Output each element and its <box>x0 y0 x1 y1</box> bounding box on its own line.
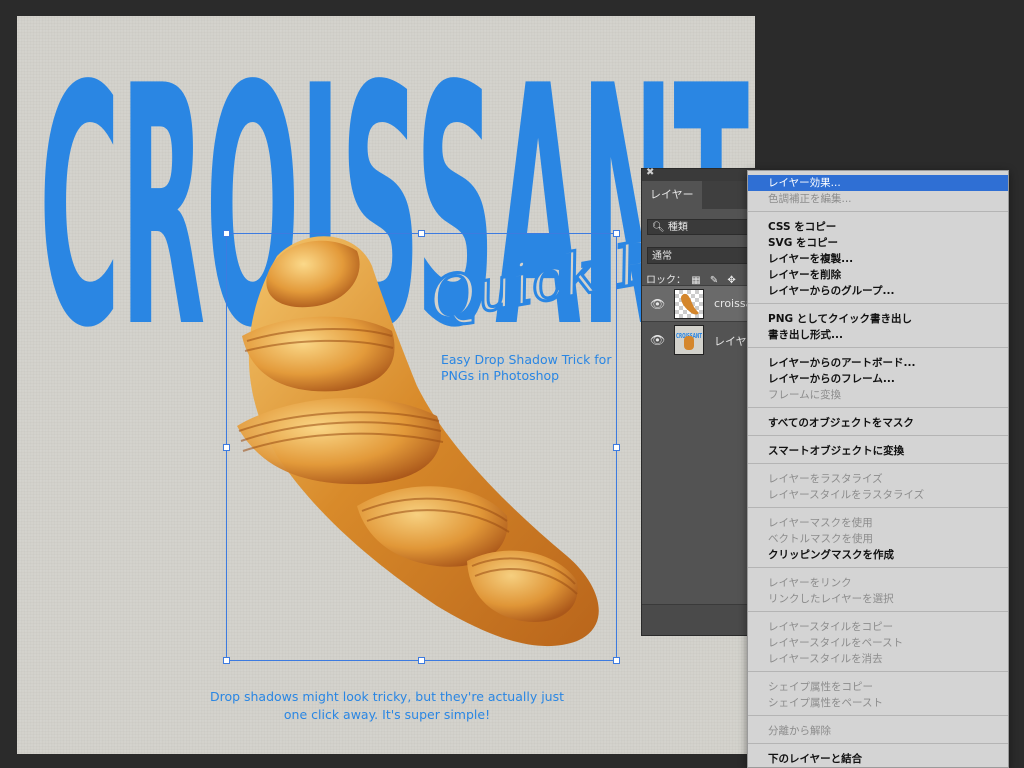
menu-item-artboard-from-layers[interactable]: レイヤーからのアートボード... <box>748 355 1008 371</box>
menu-separator <box>748 211 1008 212</box>
menu-item-release-isolation[interactable]: 分離から解除 <box>748 723 1008 739</box>
menu-item-rasterize-layer[interactable]: レイヤーをラスタライズ <box>748 471 1008 487</box>
menu-separator <box>748 303 1008 304</box>
menu-item-frame-from-layers[interactable]: レイヤーからのフレーム... <box>748 371 1008 387</box>
menu-item-copy-shape-attributes[interactable]: シェイプ属性をコピー <box>748 679 1008 695</box>
menu-item-paste-layer-style[interactable]: レイヤースタイルをペースト <box>748 635 1008 651</box>
menu-item-convert-to-frame[interactable]: フレームに変換 <box>748 387 1008 403</box>
eye-icon[interactable]: 👁︎ <box>650 333 665 347</box>
menu-separator <box>748 743 1008 744</box>
menu-item-merge-down[interactable]: 下のレイヤーと結合 <box>748 751 1008 767</box>
menu-separator <box>748 715 1008 716</box>
filter-label: 種類 <box>667 222 688 233</box>
menu-separator <box>748 463 1008 464</box>
layer-context-menu: レイヤー効果... 色調補正を編集... CSS をコピー SVG をコピー レ… <box>747 170 1009 768</box>
handle-top-left[interactable] <box>223 230 230 237</box>
tab-layers[interactable]: レイヤー <box>642 181 702 209</box>
menu-item-edit-adjustment[interactable]: 色調補正を編集... <box>748 191 1008 207</box>
handle-bottom-left[interactable] <box>223 657 230 664</box>
menu-item-copy-css[interactable]: CSS をコピー <box>748 219 1008 235</box>
menu-item-enable-vector-mask[interactable]: ベクトルマスクを使用 <box>748 531 1008 547</box>
menu-separator <box>748 611 1008 612</box>
menu-separator <box>748 435 1008 436</box>
menu-separator <box>748 347 1008 348</box>
menu-item-rasterize-layer-style[interactable]: レイヤースタイルをラスタライズ <box>748 487 1008 503</box>
menu-item-clear-layer-style[interactable]: レイヤースタイルを消去 <box>748 651 1008 667</box>
handle-bottom-right[interactable] <box>613 657 620 664</box>
menu-item-delete-layer[interactable]: レイヤーを削除 <box>748 267 1008 283</box>
menu-item-quick-export-png[interactable]: PNG としてクイック書き出し <box>748 311 1008 327</box>
menu-item-export-as[interactable]: 書き出し形式... <box>748 327 1008 343</box>
menu-item-select-linked-layers[interactable]: リンクしたレイヤーを選択 <box>748 591 1008 607</box>
menu-item-layer-effects[interactable]: レイヤー効果... <box>748 175 1008 191</box>
eye-icon[interactable]: 👁︎ <box>650 297 665 311</box>
layer-row-poster[interactable]: 👁︎ CROISSANT レイヤー <box>642 321 760 357</box>
handle-middle-left[interactable] <box>223 444 230 451</box>
handle-middle-right[interactable] <box>613 444 620 451</box>
close-icon[interactable]: ✖ <box>646 167 654 178</box>
panel-footer <box>642 604 760 635</box>
menu-separator <box>748 567 1008 568</box>
menu-separator <box>748 507 1008 508</box>
handle-bottom-center[interactable] <box>418 657 425 664</box>
menu-item-group-from-layers[interactable]: レイヤーからのグループ... <box>748 283 1008 299</box>
lock-row: ロック： ▦ ✎ ✥ <box>646 271 736 286</box>
menu-item-copy-layer-style[interactable]: レイヤースタイルをコピー <box>748 619 1008 635</box>
handle-top-right[interactable] <box>613 230 620 237</box>
panel-title-bar: ✖ <box>642 167 760 181</box>
layer-row-croissant[interactable]: 👁︎ croissa <box>642 285 760 321</box>
menu-item-convert-smart-object[interactable]: スマートオブジェクトに変換 <box>748 443 1008 459</box>
menu-separator <box>748 671 1008 672</box>
menu-separator <box>748 407 1008 408</box>
menu-item-duplicate-layer[interactable]: レイヤーを複製... <box>748 251 1008 267</box>
panel-tab-row: レイヤー <box>642 181 760 209</box>
search-icon: 🔍︎ <box>652 222 665 233</box>
menu-item-enable-layer-mask[interactable]: レイヤーマスクを使用 <box>748 515 1008 531</box>
poster-thumbnail-icon: CROISSANT <box>674 325 704 355</box>
layers-panel: ✖ レイヤー 🔍︎ 種類 通常 ロック： ▦ ✎ ✥ 👁︎ croissa 👁︎… <box>641 167 767 636</box>
transform-selection-box[interactable] <box>223 230 620 664</box>
menu-item-create-clipping-mask[interactable]: クリッピングマスクを作成 <box>748 547 1008 563</box>
menu-item-link-layers[interactable]: レイヤーをリンク <box>748 575 1008 591</box>
caption-bottom: Drop shadows might look tricky, but they… <box>209 689 565 722</box>
menu-item-paste-shape-attributes[interactable]: シェイプ属性をペースト <box>748 695 1008 711</box>
handle-top-center[interactable] <box>418 230 425 237</box>
menu-item-copy-svg[interactable]: SVG をコピー <box>748 235 1008 251</box>
croissant-thumbnail-icon <box>674 289 704 319</box>
menu-item-mask-all-objects[interactable]: すべてのオブジェクトをマスク <box>748 415 1008 431</box>
